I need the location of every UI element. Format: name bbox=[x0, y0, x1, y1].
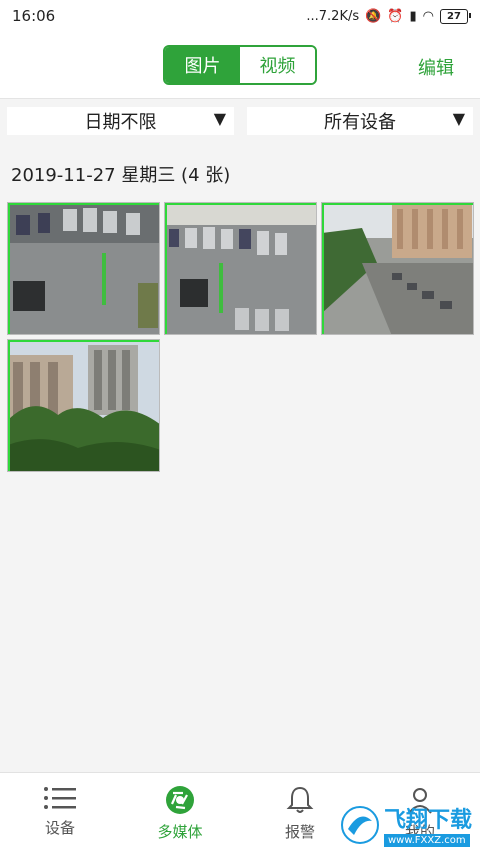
network-speed: ...7.2K/s bbox=[306, 8, 360, 24]
watermark-title: 飞翔下载 bbox=[383, 808, 472, 833]
tab-label: 报警 bbox=[284, 823, 315, 841]
device-filter-value: 所有设备 bbox=[324, 112, 396, 133]
tab-label: 多媒体 bbox=[157, 823, 203, 841]
bell-icon bbox=[286, 786, 314, 813]
tab-photos[interactable]: 图片 bbox=[165, 47, 240, 83]
status-icons: ...7.2K/s 🔕 ⏰ ▮ ◠ 27 bbox=[306, 8, 471, 24]
media-type-switch: 图片 视频 bbox=[163, 45, 317, 85]
list-icon bbox=[44, 787, 76, 809]
aperture-icon bbox=[166, 786, 194, 814]
watermark-url: www.FXXZ.com bbox=[383, 834, 470, 847]
dropdown-arrow-icon: ▼ bbox=[213, 109, 226, 128]
dropdown-arrow-icon: ▼ bbox=[452, 109, 465, 128]
status-time: 16:06 bbox=[12, 7, 56, 25]
date-filter-value: 日期不限 bbox=[84, 112, 157, 133]
date-filter-dropdown[interactable]: 日期不限 ▼ bbox=[7, 107, 234, 135]
battery-level: 27 bbox=[447, 10, 461, 22]
edit-button[interactable]: 编辑 bbox=[418, 54, 454, 80]
filter-bar: 日期不限 ▼ 所有设备 ▼ bbox=[0, 99, 480, 135]
photo-thumbnail[interactable] bbox=[164, 202, 317, 335]
photo-thumbnail[interactable] bbox=[7, 202, 160, 335]
date-group-title: 2019-11-27 星期三 (4 张) bbox=[11, 165, 231, 186]
alarm-icon: ⏰ bbox=[387, 8, 404, 24]
device-filter-dropdown[interactable]: 所有设备 ▼ bbox=[247, 107, 473, 135]
tab-devices[interactable]: 设备 bbox=[0, 773, 120, 853]
watermark-logo-icon bbox=[340, 805, 379, 844]
watermark: 飞翔下载 www.FXXZ.com bbox=[340, 802, 472, 847]
tab-label: 设备 bbox=[44, 819, 75, 837]
signal-icon: ▮ bbox=[409, 8, 417, 24]
battery-icon: 27 bbox=[440, 8, 471, 24]
tab-videos[interactable]: 视频 bbox=[240, 47, 315, 83]
wifi-icon: ◠ bbox=[422, 8, 434, 24]
mute-icon: 🔕 bbox=[365, 8, 382, 24]
photo-thumbnail[interactable] bbox=[7, 339, 160, 472]
tab-media[interactable]: 多媒体 bbox=[120, 773, 240, 853]
header: 图片 视频 编辑 bbox=[0, 32, 480, 99]
status-bar: 16:06 ...7.2K/s 🔕 ⏰ ▮ ◠ 27 bbox=[0, 0, 480, 32]
photo-thumbnail[interactable] bbox=[321, 202, 474, 335]
